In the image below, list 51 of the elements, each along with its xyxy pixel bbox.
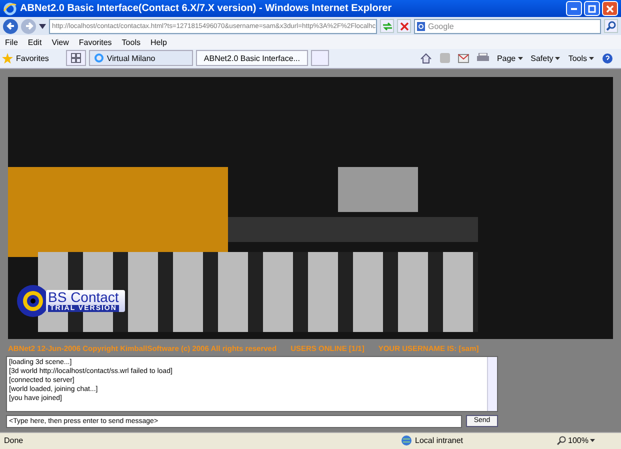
page-icon	[94, 53, 104, 64]
favorites-button[interactable]: Favorites	[2, 52, 63, 64]
browser-logo-icon	[3, 2, 17, 16]
stop-button[interactable]	[397, 19, 411, 34]
close-icon	[606, 4, 614, 13]
browser-tab[interactable]: ABNet2.0 Basic Interface...	[196, 50, 308, 66]
magnifier-icon	[557, 436, 566, 446]
right-arrow-icon	[24, 21, 34, 32]
command-menu[interactable]: Page	[496, 54, 523, 63]
menu-item[interactable]: File	[5, 38, 18, 46]
back-button[interactable]	[3, 18, 18, 34]
menu-item[interactable]: Favorites	[78, 38, 112, 46]
zoom-button[interactable]: 100%	[557, 436, 617, 446]
left-arrow-icon	[6, 21, 16, 32]
menu-item[interactable]: Help	[150, 38, 167, 46]
refresh-icon	[382, 22, 392, 31]
refresh-button[interactable]	[380, 19, 394, 34]
command-menu[interactable]: Tools	[568, 54, 594, 63]
logo-title: BS Contact	[48, 290, 119, 305]
search-icon	[606, 21, 616, 32]
home-icon[interactable]	[420, 52, 432, 64]
stop-icon	[400, 22, 408, 31]
search-button[interactable]	[604, 19, 618, 34]
grid-icon	[70, 53, 81, 64]
printer-icon[interactable]	[476, 53, 489, 64]
window-title: ABNet2.0 Basic Interface(Contact 6.X/7.X version) - Windows Internet Explorer	[20, 3, 393, 14]
maximize-button[interactable]	[584, 1, 600, 16]
quick-tabs-button[interactable]	[66, 50, 86, 66]
close-button[interactable]	[602, 1, 618, 16]
restore-icon	[588, 4, 596, 13]
status-text: Done	[4, 436, 24, 446]
minimize-icon	[571, 8, 577, 10]
caret-icon	[589, 56, 594, 60]
star-icon	[2, 52, 13, 64]
menu-item[interactable]: Tools	[122, 38, 140, 46]
caret-icon	[590, 439, 596, 442]
mail-icon[interactable]	[458, 54, 469, 63]
browser-tab[interactable]: Virtual Milano	[88, 50, 193, 66]
globe-icon	[401, 435, 412, 446]
dropdown-icon	[39, 24, 46, 29]
search-field[interactable]: Google	[414, 18, 601, 34]
help-icon[interactable]	[602, 52, 613, 64]
command-menu[interactable]: Safety	[530, 54, 560, 63]
zone-text: Local intranet	[415, 436, 464, 446]
scrollbar[interactable]	[487, 356, 497, 411]
caret-icon	[555, 56, 560, 60]
caret-icon	[518, 56, 523, 60]
minimize-button[interactable]	[566, 1, 582, 16]
menu-item[interactable]: View	[52, 38, 69, 46]
menu-item[interactable]: Edit	[28, 38, 42, 46]
search-provider-icon	[417, 22, 425, 31]
